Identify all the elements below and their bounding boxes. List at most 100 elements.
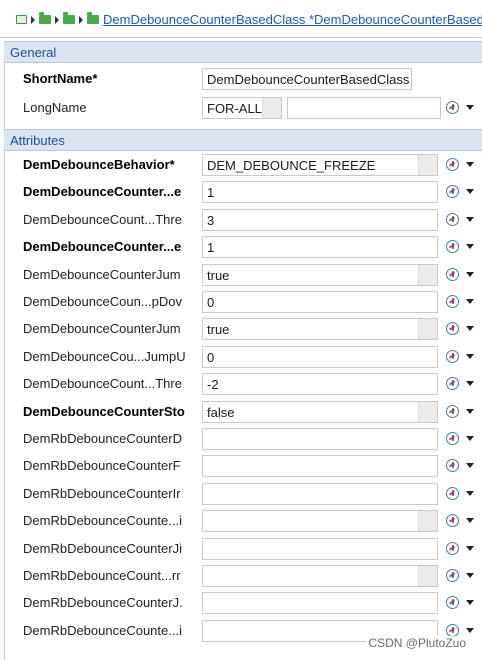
attribute-row: DemRbDebounceCounterF	[0, 452, 482, 480]
attribute-row: DemDebounceCounterSto false	[0, 398, 482, 426]
attribute-label: DemRbDebounceCounte...i	[23, 513, 182, 529]
chevron-down-icon[interactable]	[466, 436, 474, 441]
folder-icon[interactable]	[63, 12, 75, 24]
attribute-row: DemDebounceCount...Thre -2	[0, 370, 482, 398]
chevron-down-icon[interactable]	[466, 627, 474, 633]
chevron-down-icon[interactable]	[466, 299, 474, 304]
chevron-down-icon[interactable]	[466, 105, 474, 110]
watermark: CSDN @PlutoZuo	[366, 636, 468, 650]
reset-default-icon[interactable]	[446, 623, 459, 637]
attribute-row: DemDebounceCounter...e 1	[0, 233, 482, 261]
reset-default-icon[interactable]	[446, 459, 459, 473]
attribute-input[interactable]: 0	[202, 345, 438, 368]
attribute-select[interactable]	[202, 510, 438, 533]
longname-label: LongName	[23, 100, 87, 115]
reset-default-icon[interactable]	[446, 377, 459, 391]
attribute-row: DemRbDebounceCounterD	[0, 425, 482, 453]
reset-default-icon[interactable]	[446, 432, 459, 445]
attribute-row: DemDebounceBehavior* DEM_DEBOUNCE_FREEZE	[0, 151, 482, 179]
attribute-label: DemRbDebounceCounterF	[23, 458, 181, 474]
chevron-right-icon[interactable]	[31, 15, 35, 24]
attribute-label: DemDebounceCounterJum	[23, 266, 181, 282]
attribute-label: DemDebounceCou...JumpU	[23, 348, 186, 364]
reset-default-icon[interactable]	[446, 404, 459, 418]
page-icon[interactable]	[16, 15, 27, 24]
attribute-input[interactable]	[202, 592, 438, 615]
attribute-label: DemRbDebounceCounterJ.	[23, 595, 183, 611]
reset-default-icon[interactable]	[446, 569, 459, 582]
breadcrumb: DemDebounceCounterBasedClass *DemDebounc…	[0, 0, 482, 38]
chevron-down-icon[interactable]	[466, 162, 474, 167]
reset-default-icon[interactable]	[446, 185, 459, 199]
attribute-row: DemDebounceCou...JumpU 0	[0, 343, 482, 371]
chevron-down-icon[interactable]	[466, 216, 474, 222]
reset-default-icon[interactable]	[446, 486, 459, 500]
chevron-down-icon[interactable]	[466, 463, 474, 469]
reset-default-icon[interactable]	[446, 322, 459, 336]
longname-input[interactable]	[287, 97, 441, 119]
attribute-input[interactable]: 1	[202, 181, 438, 204]
chevron-down-icon[interactable]	[466, 545, 474, 551]
attribute-select[interactable]: true	[202, 318, 438, 341]
attribute-input[interactable]	[202, 482, 438, 505]
chevron-down-icon[interactable]	[466, 189, 474, 195]
reset-default-icon[interactable]	[446, 240, 459, 254]
attribute-label: DemDebounceCounter...e	[23, 239, 182, 255]
attribute-row: DemDebounceCounter...e 1	[0, 178, 482, 206]
attribute-select[interactable]: DEM_DEBOUNCE_FREEZE	[202, 154, 438, 176]
attribute-input[interactable]	[202, 537, 438, 560]
reset-default-icon[interactable]	[446, 514, 459, 528]
attributes-section-header[interactable]: Attributes	[4, 129, 482, 151]
general-section-header[interactable]: General	[4, 41, 482, 63]
chevron-down-icon[interactable]	[466, 353, 474, 359]
reset-default-icon[interactable]	[446, 596, 459, 610]
folder-icon[interactable]	[87, 12, 99, 24]
breadcrumb-title-link[interactable]: DemDebounceCounterBasedClass *DemDebounc…	[103, 12, 482, 27]
chevron-down-icon[interactable]	[466, 518, 474, 524]
chevron-down-icon[interactable]	[466, 271, 474, 277]
chevron-down-icon[interactable]	[466, 600, 474, 606]
attribute-label: DemRbDebounceCounterD	[23, 431, 182, 446]
chevron-down-icon[interactable]	[466, 381, 474, 387]
shortname-input[interactable]: DemDebounceCounterBasedClass	[202, 68, 412, 90]
attribute-input[interactable]	[202, 428, 438, 450]
attribute-row: DemDebounceCounterJum true	[0, 261, 482, 289]
chevron-down-icon[interactable]	[466, 244, 474, 250]
reset-default-icon[interactable]	[446, 212, 459, 226]
shortname-label: ShortName*	[23, 71, 98, 86]
attribute-label: DemDebounceCount...Thre	[23, 376, 182, 392]
shortname-row: ShortName* DemDebounceCounterBasedClass	[0, 65, 482, 93]
attribute-select[interactable]: false	[202, 400, 438, 423]
chevron-right-icon[interactable]	[55, 15, 59, 24]
chevron-down-icon[interactable]	[466, 573, 474, 578]
attribute-input[interactable]: 0	[202, 291, 438, 313]
reset-default-icon[interactable]	[446, 158, 459, 171]
reset-default-icon[interactable]	[446, 295, 459, 308]
attribute-select[interactable]	[202, 565, 438, 587]
attribute-label: DemDebounceCounter...e	[23, 184, 182, 200]
attribute-input[interactable]: 1	[202, 236, 438, 259]
longname-row: LongName FOR-ALL	[0, 94, 482, 122]
attribute-row: DemDebounceCounterJum true	[0, 315, 482, 343]
folder-icon[interactable]	[39, 12, 51, 24]
chevron-down-icon[interactable]	[466, 408, 474, 414]
reset-default-icon[interactable]	[446, 541, 459, 555]
attribute-label: DemRbDebounceCounte...i	[23, 622, 182, 638]
reset-default-icon[interactable]	[446, 101, 459, 114]
attribute-label: DemDebounceCount...Thre	[23, 211, 182, 227]
reset-default-icon[interactable]	[446, 267, 459, 281]
reset-default-icon[interactable]	[446, 349, 459, 363]
attribute-label: DemDebounceCoun...pDov	[23, 294, 182, 309]
attribute-label: DemRbDebounceCounterIr	[23, 485, 181, 501]
attribute-row: DemRbDebounceCounterIr	[0, 480, 482, 508]
attribute-input[interactable]: 3	[202, 208, 438, 231]
attribute-input[interactable]: -2	[202, 373, 438, 396]
attribute-label: DemDebounceCounterJum	[23, 321, 181, 337]
attribute-label: DemDebounceBehavior*	[23, 157, 175, 172]
chevron-down-icon[interactable]	[466, 326, 474, 332]
longname-language-select[interactable]: FOR-ALL	[202, 97, 282, 119]
attribute-select[interactable]: true	[202, 263, 438, 286]
attribute-input[interactable]	[202, 455, 438, 478]
chevron-right-icon[interactable]	[79, 15, 83, 24]
chevron-down-icon[interactable]	[466, 490, 474, 496]
